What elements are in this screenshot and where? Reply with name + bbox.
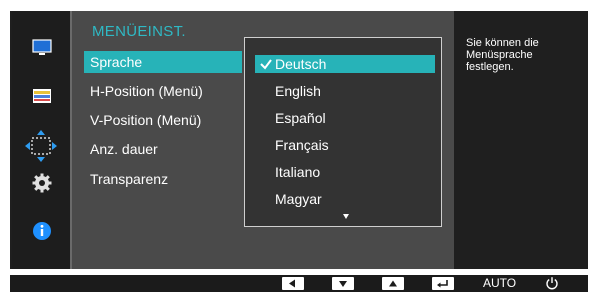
- language-option-label: Deutsch: [275, 56, 327, 72]
- position-arrows-icon[interactable]: [24, 129, 58, 163]
- color-bars-icon[interactable]: [32, 86, 52, 106]
- down-arrow-icon[interactable]: [332, 277, 354, 290]
- language-option-english[interactable]: English: [255, 82, 435, 100]
- menu-title: MENÜEINST.: [92, 23, 186, 40]
- menu-item-transparenz[interactable]: Transparenz: [84, 168, 242, 190]
- help-text: Sie können die Menüsprache festlegen.: [466, 37, 539, 73]
- menu-item-anz-dauer[interactable]: Anz. dauer: [84, 138, 242, 160]
- language-option-francais[interactable]: Français: [255, 136, 435, 154]
- language-option-deutsch[interactable]: Deutsch: [255, 55, 435, 73]
- menu-item-sprache[interactable]: Sprache: [84, 51, 242, 73]
- category-sidebar: [12, 11, 70, 269]
- monitor-icon[interactable]: [32, 38, 52, 58]
- auto-button[interactable]: AUTO: [483, 276, 516, 291]
- menu-item-h-position[interactable]: H-Position (Menü): [84, 80, 242, 102]
- enter-icon[interactable]: [432, 277, 454, 290]
- gear-icon[interactable]: [32, 173, 52, 193]
- up-arrow-icon[interactable]: [382, 277, 404, 290]
- language-dropdown[interactable]: Deutsch English Español Français Italian…: [244, 37, 442, 227]
- power-icon[interactable]: [545, 276, 559, 290]
- language-option-magyar[interactable]: Magyar: [255, 190, 435, 208]
- button-bar: AUTO: [10, 275, 588, 292]
- language-option-espanol[interactable]: Español: [255, 109, 435, 127]
- menu-item-v-position[interactable]: V-Position (Menü): [84, 109, 242, 131]
- check-icon: [260, 59, 272, 70]
- info-icon[interactable]: [32, 221, 52, 241]
- language-option-italiano[interactable]: Italiano: [255, 163, 435, 181]
- scroll-down-icon[interactable]: [343, 214, 349, 219]
- help-panel: Sie können die Menüsprache festlegen.: [456, 11, 588, 269]
- left-arrow-icon[interactable]: [282, 277, 304, 290]
